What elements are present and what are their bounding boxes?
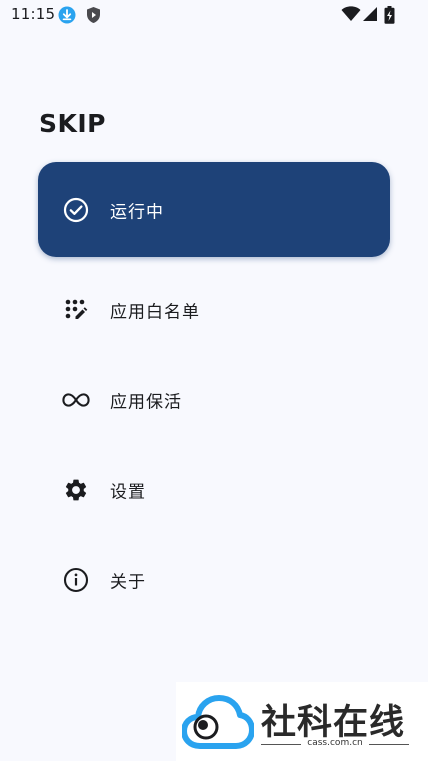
nav-item-running[interactable]: 运行中 [38,162,390,257]
nav-item-keep-alive[interactable]: 应用保活 [38,355,390,445]
nav-item-label: 应用白名单 [110,302,200,323]
watermark-subtitle: cass.com.cn [261,738,409,748]
wifi-icon [341,6,361,26]
info-icon [62,566,90,594]
signal-icon [362,6,378,26]
nav-item-label: 关于 [110,572,146,593]
download-icon [58,6,76,28]
cloud-logo-icon [182,695,254,749]
nav-drawer: 运行中 应用白名单 应用保活 设置 关于 [38,162,390,625]
dots-edit-icon [62,296,90,324]
shield-icon [85,6,102,28]
nav-item-label: 设置 [110,482,146,503]
nav-item-label: 运行中 [110,202,164,222]
watermark-logo: 社科在线 cass.com.cn [176,682,428,761]
nav-item-whitelist[interactable]: 应用白名单 [38,265,390,355]
status-bar: 11:15 [0,0,428,30]
infinity-icon [62,386,90,414]
battery-icon [384,6,395,28]
check-circle-icon [62,196,90,224]
nav-item-label: 应用保活 [110,392,182,413]
app-title: SKIP [39,109,107,138]
nav-item-settings[interactable]: 设置 [38,445,390,535]
gear-icon [62,476,90,504]
status-time: 11:15 [11,5,56,23]
nav-item-about[interactable]: 关于 [38,535,390,625]
